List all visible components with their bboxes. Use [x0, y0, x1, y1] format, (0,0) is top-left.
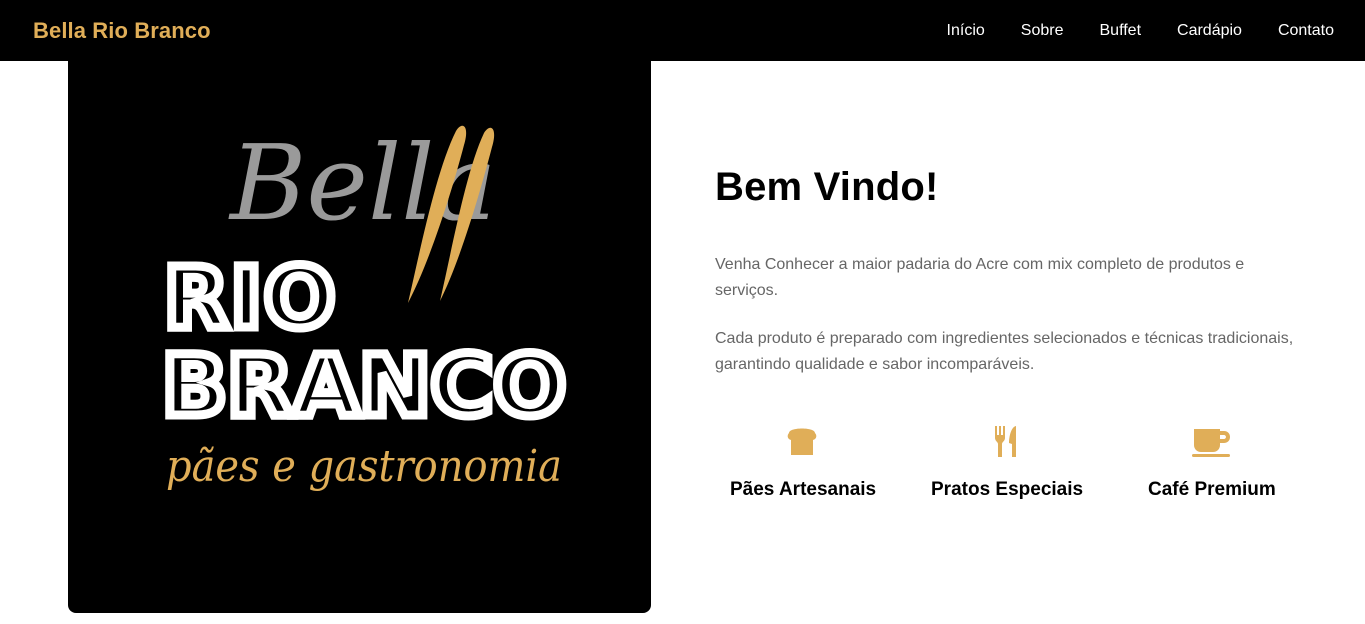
nav-link-sobre[interactable]: Sobre	[1021, 22, 1064, 40]
logo-line-branco: BRANCO	[162, 337, 566, 435]
nav-link-inicio[interactable]: Início	[947, 22, 985, 40]
coffee-cup-icon	[1192, 429, 1230, 457]
feature-label: Café Premium	[1148, 479, 1276, 500]
quality-paragraph: Cada produto é preparado com ingrediente…	[715, 330, 1294, 373]
nav-link-cardapio[interactable]: Cardápio	[1177, 22, 1242, 40]
feature-label: Pratos Especiais	[931, 479, 1084, 500]
nav-links: Início Sobre Buffet Cardápio Contato	[911, 22, 1334, 40]
utensils-icon	[995, 426, 1016, 457]
nav-link-contato[interactable]: Contato	[1278, 22, 1334, 40]
bread-icon	[787, 428, 817, 455]
feature-pratos-especiais: Pratos Especiais	[931, 423, 1083, 501]
top-navbar: Bella Rio Branco Início Sobre Buffet Car…	[0, 0, 1365, 61]
bella-rio-branco-logo: Bella RIO BRANCO pães e gastronomia	[158, 122, 571, 492]
welcome-section: Bem Vindo! Venha Conhecer a maior padari…	[715, 165, 1315, 400]
feature-cafe-premium: Café Premium	[1148, 423, 1276, 501]
logo-card: Bella RIO BRANCO pães e gastronomia	[68, 61, 651, 613]
feature-paes-artesanais: Pães Artesanais	[730, 423, 877, 501]
brand-link[interactable]: Bella Rio Branco	[33, 18, 211, 44]
feature-label: Pães Artesanais	[730, 479, 877, 500]
features-row: Pães Artesanais Pratos Especiais Café Pr…	[715, 423, 1315, 513]
logo-tagline: pães e gastronomia	[166, 441, 562, 492]
logo-line-rio: RIO	[164, 249, 337, 347]
nav-link-buffet[interactable]: Buffet	[1100, 22, 1142, 40]
intro-paragraph: Venha Conhecer a maior padaria do Acre c…	[715, 256, 1245, 299]
page-title: Bem Vindo!	[715, 165, 939, 209]
